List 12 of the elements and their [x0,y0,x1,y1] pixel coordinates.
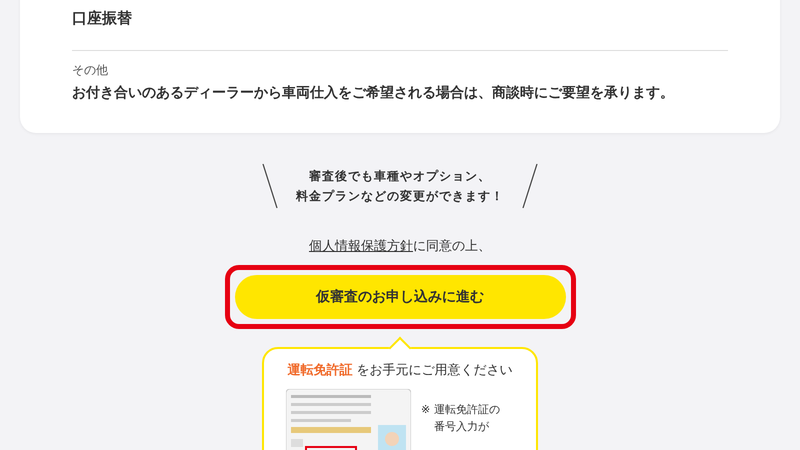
item-value: お付き合いのあるディーラーから車両仕入をご希望される場合は、商談時にご要望を承ります。 [72,84,675,103]
note-mark: ※ [421,402,430,418]
slash-line [262,163,278,209]
privacy-policy-link[interactable]: 個人情報保護方針 [309,239,413,254]
note-text: 運転免許証の 番号入力が [434,402,500,435]
consent-text: に同意の上、 [413,239,491,254]
apply-button[interactable]: 仮審査のお申し込みに進む [234,275,566,319]
item-label: その他 [72,62,109,79]
item-value: 口座振替 [72,8,133,28]
tip-title: 運転免許証 をお手元にご用意ください [286,362,514,380]
slash-line [522,163,538,209]
callout-text: 審査後でも車種やオプション、 料金プランなどの変更ができます！ [296,168,504,205]
